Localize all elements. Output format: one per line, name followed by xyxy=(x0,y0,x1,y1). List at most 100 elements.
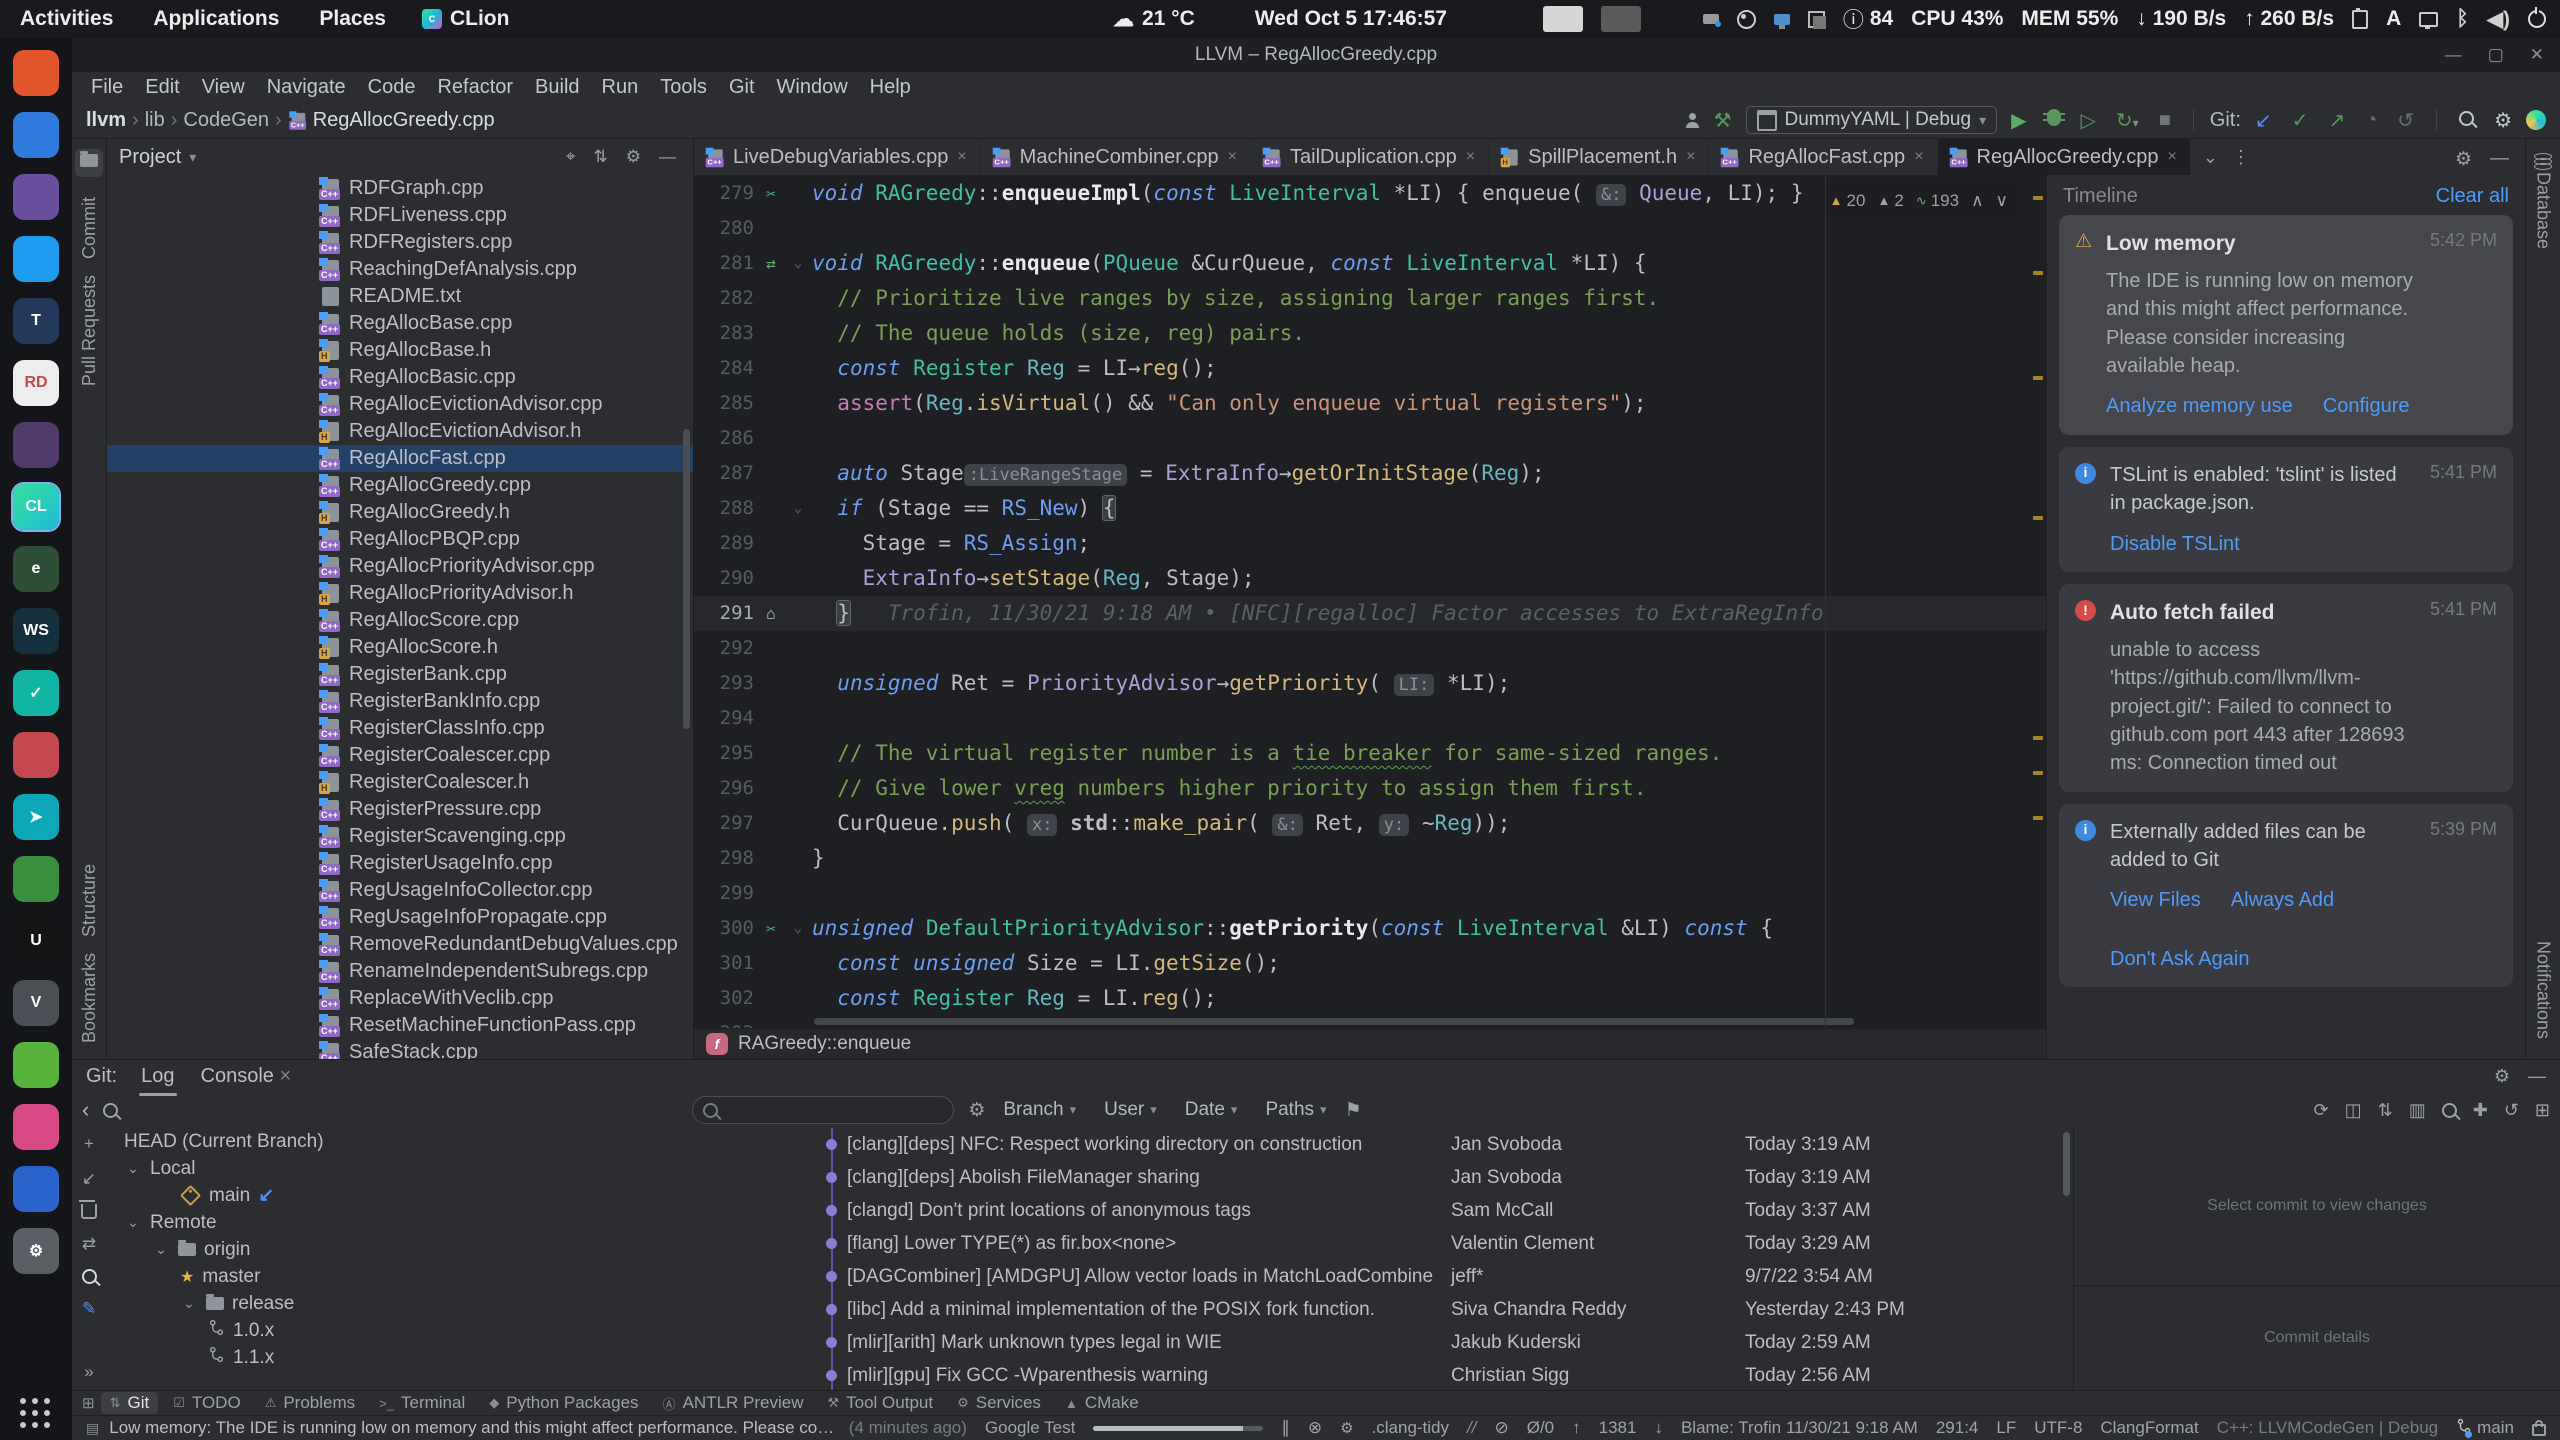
toolwindow-terminal[interactable]: >_Terminal xyxy=(370,1392,474,1414)
search-everywhere-button[interactable] xyxy=(2453,109,2480,132)
window-titlebar[interactable]: LLVM – RegAllocGreedy.cpp —▢✕ xyxy=(72,38,2560,72)
settings-button[interactable]: ⚙ xyxy=(2488,108,2518,133)
edit-icon[interactable]: ✎ xyxy=(82,1299,96,1319)
code-editor[interactable]: ▲20▲2∿193∧∨ 279✂void RAGreedy::enqueueIm… xyxy=(694,176,2046,1028)
branch-item[interactable]: ⌄Local xyxy=(106,1155,821,1182)
gutter[interactable]: 291⌂ xyxy=(694,596,812,631)
dock-item-app-18[interactable] xyxy=(13,1104,59,1150)
gutter[interactable]: 284 xyxy=(694,351,812,386)
menu-refactor[interactable]: Refactor xyxy=(426,76,524,99)
stop-button[interactable]: ■ xyxy=(2153,109,2177,132)
tree-item[interactable]: RegUsageInfoCollector.cpp xyxy=(107,877,693,904)
commit-row[interactable]: [clang][deps] Abolish FileManager sharin… xyxy=(821,1161,2073,1194)
git-filter-icon[interactable]: ⚙ xyxy=(968,1099,985,1122)
log-zoom-icon[interactable] xyxy=(2442,1103,2457,1118)
tree-item[interactable]: RegAllocScore.h xyxy=(107,634,693,661)
tree-item[interactable]: RegAllocBasic.cpp xyxy=(107,364,693,391)
commit-row[interactable]: [mlir][arith] Mark unknown types legal i… xyxy=(821,1326,2073,1359)
maximize-button[interactable]: ▢ xyxy=(2488,45,2504,65)
revert-icon[interactable]: ↺ xyxy=(2504,1100,2519,1121)
gutter[interactable]: 295 xyxy=(694,736,812,771)
branch-item[interactable]: main↙ xyxy=(106,1182,821,1209)
weather-widget[interactable]: ☁ 21 °C xyxy=(1113,7,1195,32)
topbar-item-activities[interactable]: Activities xyxy=(0,7,133,31)
tree-item[interactable]: RegAllocEvictionAdvisor.cpp xyxy=(107,391,693,418)
dock-item-vscode[interactable] xyxy=(13,236,59,282)
branch-item[interactable]: ⌄Remote xyxy=(106,1209,821,1236)
dock-item-app-send[interactable]: ➤ xyxy=(13,794,59,840)
notification-action-link[interactable]: Always Add xyxy=(2231,886,2334,914)
memory-status-message[interactable]: Low memory: The IDE is running low on me… xyxy=(109,1418,839,1438)
commit-row[interactable]: [clang][deps] NFC: Respect working direc… xyxy=(821,1128,2073,1161)
workspace-1[interactable] xyxy=(1543,6,1583,32)
clipboard-manager-icon[interactable] xyxy=(1808,11,1825,28)
fold-marker[interactable]: ⌄ xyxy=(788,491,808,526)
filter-paths[interactable]: Paths▾ xyxy=(1261,1099,1330,1121)
database-stripe-button[interactable]: Database xyxy=(2533,172,2554,249)
display-tray-icon[interactable] xyxy=(1774,14,1790,25)
notification-action-link[interactable]: Don't Ask Again xyxy=(2110,945,2249,973)
commit-row[interactable]: [libc] Add a minimal implementation of t… xyxy=(821,1293,2073,1326)
gutter[interactable]: 300✂⌄ xyxy=(694,911,812,946)
toolwindow-cmake[interactable]: ▲CMake xyxy=(1056,1392,1148,1414)
filter-branch[interactable]: Branch▾ xyxy=(999,1099,1080,1121)
console-tab-close-icon[interactable]: × xyxy=(274,1065,291,1087)
net-up-indicator[interactable]: ↑ 260 B/s xyxy=(2244,7,2334,31)
dock-item-app-17[interactable] xyxy=(13,1042,59,1088)
gutter[interactable]: 286 xyxy=(694,421,812,456)
gutter[interactable]: 296 xyxy=(694,771,812,806)
tree-item[interactable]: RegAllocPriorityAdvisor.cpp xyxy=(107,553,693,580)
tab-close-icon[interactable]: × xyxy=(1686,148,1695,166)
add-branch-icon[interactable]: + xyxy=(84,1134,94,1154)
toolwindow-services[interactable]: ⚙Services xyxy=(948,1392,1050,1414)
toolwindow-python-packages[interactable]: ◆Python Packages xyxy=(480,1392,647,1414)
chevron-icon[interactable]: ⌄ xyxy=(124,1214,142,1231)
commit-row[interactable]: [mlir][gpu] Fix GCC -Wparenthesis warnin… xyxy=(821,1359,2073,1390)
branch-item[interactable]: HEAD (Current Branch) xyxy=(106,1128,821,1155)
project-scrollbar[interactable] xyxy=(683,429,690,729)
run-configuration-select[interactable]: DummyYAML | Debug ▾ xyxy=(1746,106,1998,134)
mem-indicator[interactable]: MEM 55% xyxy=(2021,7,2118,31)
tab-close-icon[interactable]: × xyxy=(957,148,966,166)
dock-item-rider[interactable]: RD xyxy=(13,360,59,406)
gutter-icon[interactable]: ⌂ xyxy=(754,596,788,631)
topbar-item-applications[interactable]: Applications xyxy=(133,7,299,31)
app-grid-button[interactable] xyxy=(20,1398,52,1430)
resolve-context-widget[interactable]: C++: LLVMCodeGen | Debug xyxy=(2217,1418,2438,1438)
gutter[interactable]: 302 xyxy=(694,981,812,1016)
gutter[interactable]: 290 xyxy=(694,561,812,596)
commit-row[interactable]: [flang] Lower TYPE(*) as fir.box<none>Va… xyxy=(821,1227,2073,1260)
fold-marker[interactable]: ⌄ xyxy=(788,246,808,281)
git-tab-console[interactable]: Console × xyxy=(199,1063,294,1090)
git-commit-button[interactable]: ✓ xyxy=(2286,108,2315,133)
network-icon[interactable] xyxy=(2419,12,2438,27)
tree-item[interactable]: RegisterCoalescer.cpp xyxy=(107,742,693,769)
branch-item[interactable]: 1.0.x xyxy=(106,1317,821,1344)
dock-item-thunderbird[interactable] xyxy=(13,112,59,158)
stripe-item-bookmarks[interactable]: Bookmarks xyxy=(79,953,100,1043)
git-tab-log[interactable]: Log xyxy=(139,1063,176,1090)
tidy-settings-icon[interactable]: ⚙ xyxy=(1340,1419,1353,1437)
bluetooth-icon[interactable]: ᛒ xyxy=(2456,7,2469,31)
clipboard-icon[interactable] xyxy=(2352,10,2368,29)
dock-item-app-7[interactable] xyxy=(13,422,59,468)
toolwindow-tool-output[interactable]: ⚒Tool Output xyxy=(818,1392,942,1414)
hide-panel-button[interactable]: — xyxy=(654,147,681,167)
editor-tab[interactable]: RegAllocGreedy.cpp× xyxy=(1938,139,2191,175)
commit-counts[interactable]: Ø/0 xyxy=(1527,1418,1554,1438)
branch-search-icon[interactable] xyxy=(82,1269,97,1284)
git-push-button[interactable]: ↗ xyxy=(2322,108,2351,133)
git-hide-icon[interactable]: — xyxy=(2528,1066,2546,1087)
gutter[interactable]: 282 xyxy=(694,281,812,316)
tree-item[interactable]: ReplaceWithVeclib.cpp xyxy=(107,985,693,1012)
commit-row[interactable]: [clangd] Don't print locations of anonym… xyxy=(821,1194,2073,1227)
dock-item-app-check[interactable]: ✓ xyxy=(13,670,59,716)
toolwindow-git[interactable]: ⇅Git xyxy=(101,1392,159,1414)
tree-item[interactable]: RenameIndependentSubregs.cpp xyxy=(107,958,693,985)
tree-item[interactable]: SafeStack.cpp xyxy=(107,1039,693,1059)
tree-item[interactable]: ReachingDefAnalysis.cpp xyxy=(107,256,693,283)
chevron-icon[interactable]: ⌄ xyxy=(180,1295,198,1312)
git-log-search-input[interactable] xyxy=(692,1096,954,1124)
stripe-item-structure[interactable]: Structure xyxy=(79,864,100,937)
git-history-button[interactable]: ◔ xyxy=(2359,109,2383,132)
